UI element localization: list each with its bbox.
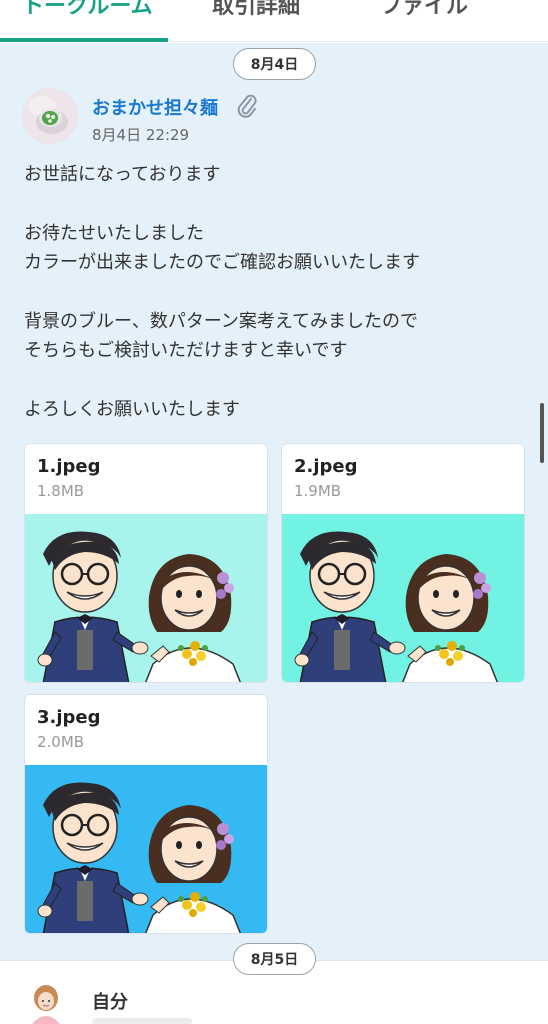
tab-talkroom[interactable]: トークルーム (22, 0, 153, 20)
self-avatar[interactable] (24, 980, 80, 1024)
file-thumbnail (282, 514, 524, 682)
scrollbar-thumb[interactable] (540, 403, 544, 463)
file-name: 1.jpeg (37, 456, 101, 477)
file-attachment-card[interactable]: 2.jpeg 1.9MB (281, 443, 525, 683)
file-size: 1.8MB (37, 482, 85, 500)
message-line: カラーが出来ましたのでご確認お願いいたします (24, 252, 420, 273)
paperclip-icon (236, 93, 258, 119)
file-name: 2.jpeg (294, 456, 358, 477)
file-size: 1.9MB (294, 482, 342, 500)
message-timestamp (92, 1018, 192, 1024)
sender-avatar[interactable] (22, 88, 78, 144)
active-tab-indicator (0, 38, 168, 42)
tab-bar: トークルーム 取引詳細 ファイル (0, 0, 548, 42)
sender-name[interactable]: おまかせ担々麺 (92, 94, 218, 120)
self-name[interactable]: 自分 (92, 988, 128, 1014)
date-separator: 8月5日 (233, 943, 316, 975)
message-line: 背景のブルー、数パターン案考えてみましたので (24, 311, 419, 332)
message-line: よろしくお願いいたします (24, 399, 240, 420)
file-thumbnail (25, 514, 267, 682)
tab-files[interactable]: ファイル (380, 0, 468, 20)
file-attachment-card[interactable]: 1.jpeg 1.8MB (24, 443, 268, 683)
tab-transaction-details[interactable]: 取引詳細 (212, 0, 300, 20)
date-separator: 8月4日 (233, 48, 316, 80)
message-line: そちらもご検討いただけますと幸いです (24, 340, 348, 361)
message-line: お待たせいたしました (24, 223, 204, 244)
message-body: お世話になっております お待たせいたしました カラーが出来ましたのでご確認お願い… (24, 160, 524, 424)
message-line: お世話になっております (24, 164, 221, 185)
message-timestamp: 8月4日 22:29 (92, 126, 190, 144)
file-attachment-card[interactable]: 3.jpeg 2.0MB (24, 694, 268, 934)
file-size: 2.0MB (37, 733, 85, 751)
file-name: 3.jpeg (37, 707, 101, 728)
file-thumbnail (25, 765, 267, 933)
